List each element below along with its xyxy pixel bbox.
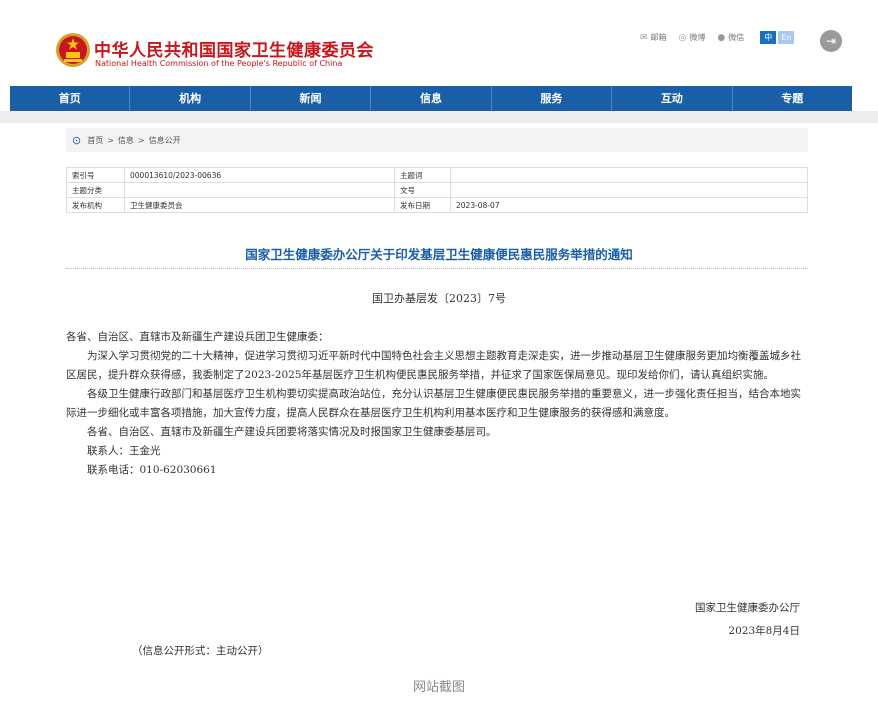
- signing-date: 2023年8月4日: [728, 625, 800, 637]
- issuer-value: 卫生健康委员会: [124, 197, 395, 213]
- national-emblem-icon[interactable]: [55, 32, 91, 68]
- paragraph: 各省、自治区、直辖市及新疆生产建设兵团要将落实情况及时报国家卫生健康委基层司。: [87, 426, 497, 438]
- category-label: 主题分类: [66, 182, 125, 198]
- issuer-label: 发布机构: [66, 197, 125, 213]
- disclosure-form: （信息公开形式：主动公开）: [132, 645, 269, 657]
- wechat-link[interactable]: ● 微信: [717, 32, 744, 43]
- docnum-value: [450, 182, 808, 198]
- nav-item-interaction[interactable]: 互动: [612, 86, 733, 111]
- document-title: 国家卫生健康委办公厅关于印发基层卫生健康便民惠民服务举措的通知: [245, 247, 633, 262]
- salutation: 各省、自治区、直辖市及新疆生产建设兵团卫生健康委：: [66, 331, 329, 343]
- contact-phone: 联系电话：010-62030661: [87, 464, 217, 476]
- nav-item-information[interactable]: 信息: [371, 86, 492, 111]
- mail-icon: ✉: [640, 32, 648, 43]
- breadcrumb: ⊙ 首页 > 信息 > 信息公开: [66, 128, 808, 152]
- paragraph: 为深入学习贯彻党的二十大精神，促进学习贯彻习近平新时代中国特色社会主义思想主题教…: [66, 350, 801, 381]
- site-title[interactable]: 中华人民共和国国家卫生健康委员会: [94, 36, 374, 61]
- breadcrumb-separator: >: [137, 135, 145, 145]
- nav-item-news[interactable]: 新闻: [251, 86, 372, 111]
- index-label: 索引号: [66, 167, 125, 183]
- nav-item-services[interactable]: 服务: [492, 86, 613, 111]
- breadcrumb-disclosure[interactable]: 信息公开: [149, 135, 181, 146]
- exit-icon[interactable]: ⇥: [820, 30, 842, 52]
- index-value: 000013610/2023-00636: [124, 167, 395, 183]
- breadcrumb-separator: >: [107, 135, 114, 145]
- lang-en-button[interactable]: En: [778, 31, 795, 44]
- date-label: 发布日期: [394, 197, 451, 213]
- nav-item-home[interactable]: 首页: [10, 86, 131, 111]
- table-row: 索引号 000013610/2023-00636 主题词: [66, 167, 808, 183]
- wechat-label: 微信: [728, 33, 745, 42]
- weibo-icon: ◎: [678, 32, 687, 43]
- nav-item-topics[interactable]: 专题: [733, 86, 852, 111]
- site-subtitle: National Health Commission of the People…: [95, 59, 343, 68]
- category-value: [124, 182, 395, 198]
- site-header: 中华人民共和国国家卫生健康委员会 National Health Commiss…: [0, 0, 878, 86]
- wechat-icon: ●: [717, 32, 726, 43]
- keyword-value: [450, 167, 808, 183]
- document-number: 国卫办基层发〔2023〕7号: [372, 292, 506, 305]
- weibo-link[interactable]: ◎ 微博: [679, 32, 706, 43]
- document-meta-table: 索引号 000013610/2023-00636 主题词 主题分类 文号 发布机…: [66, 167, 808, 213]
- document-body: 各省、自治区、直辖市及新疆生产建设兵团卫生健康委： 为深入学习贯彻党的二十大精神…: [66, 328, 808, 480]
- breadcrumb-information[interactable]: 信息: [118, 135, 134, 146]
- weibo-label: 微博: [689, 33, 706, 42]
- signing-organization: 国家卫生健康委办公厅: [695, 602, 800, 614]
- nav-divider: [0, 111, 878, 123]
- date-value: 2023-08-07: [450, 197, 808, 213]
- lang-zh-button[interactable]: 中: [760, 31, 777, 44]
- nav-item-organization[interactable]: 机构: [130, 86, 251, 111]
- keyword-label: 主题词: [394, 167, 451, 183]
- language-switch: 中 En: [760, 31, 795, 44]
- location-pin-icon: ⊙: [72, 133, 82, 147]
- mail-link[interactable]: ✉ 邮箱: [640, 32, 667, 43]
- mail-label: 邮箱: [650, 33, 667, 42]
- table-row: 主题分类 文号: [66, 182, 808, 198]
- table-row: 发布机构 卫生健康委员会 发布日期 2023-08-07: [66, 197, 808, 213]
- top-links: ✉ 邮箱 ◎ 微博 ● 微信 中 En: [640, 31, 795, 44]
- title-divider: [66, 268, 808, 269]
- contact-person: 联系人：王金光: [87, 445, 161, 457]
- paragraph: 各级卫生健康行政部门和基层医疗卫生机构要切实提高政治站位，充分认识基层卫生健康便…: [66, 388, 801, 419]
- screenshot-caption: 网站截图: [412, 680, 465, 695]
- docnum-label: 文号: [394, 182, 451, 198]
- main-nav: 首页 机构 新闻 信息 服务 互动 专题: [10, 86, 852, 111]
- breadcrumb-home[interactable]: 首页: [87, 135, 103, 146]
